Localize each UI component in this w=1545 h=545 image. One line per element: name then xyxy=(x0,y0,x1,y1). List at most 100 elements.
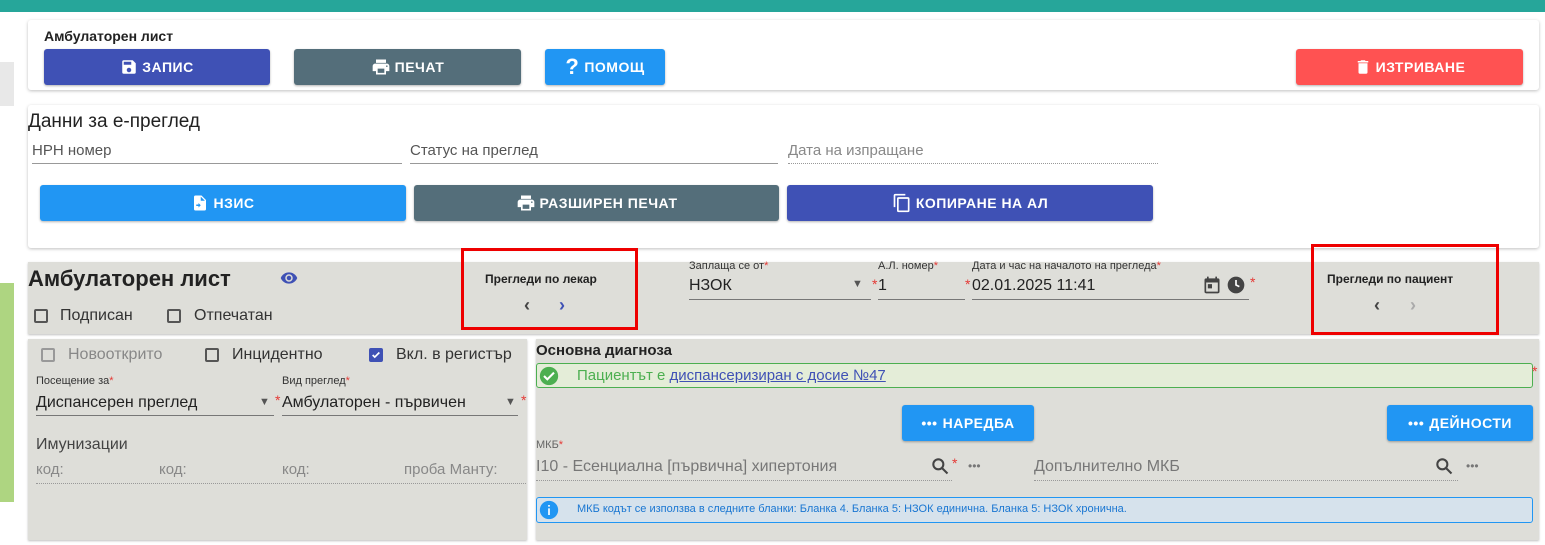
delete-button-label: ИЗТРИВАНЕ xyxy=(1375,59,1466,75)
info-icon xyxy=(539,500,559,520)
visit-for-underline xyxy=(36,415,274,416)
toolbar-card: Амбулаторен лист ЗАПИС ПЕЧАТ ? ПОМОЩ ИЗТ… xyxy=(28,20,1539,90)
visit-panel: Новооткрито Инцидентно Вкл. в регистър П… xyxy=(28,339,527,540)
incidental-checkbox[interactable] xyxy=(205,348,219,362)
mkb-label: МКБ* xyxy=(536,439,564,451)
eexam-card: Данни за е-преглед НРН номер Статус на п… xyxy=(28,105,1539,248)
side-strip-green xyxy=(0,283,14,502)
sheet-no-required: * xyxy=(965,276,971,292)
diagnosis-panel: Основна диагноза Пациентът е диспансериз… xyxy=(536,339,1539,540)
printed-checkbox[interactable] xyxy=(167,309,181,323)
copy-sheet-button-label: КОПИРАНЕ НА АЛ xyxy=(915,195,1049,211)
print-button[interactable]: ПЕЧАТ xyxy=(294,49,521,85)
immunization-underline xyxy=(36,483,526,484)
help-icon: ? xyxy=(565,54,580,79)
sheet-no-value[interactable]: 1 xyxy=(878,277,887,295)
newly-found-label: Новооткрито xyxy=(68,346,163,363)
sent-date-field xyxy=(788,163,1158,164)
start-underline xyxy=(972,299,1249,300)
immunizations-label: Имунизации xyxy=(36,436,128,453)
mkb-underline xyxy=(536,480,952,481)
mkb-required: * xyxy=(952,455,958,471)
help-button[interactable]: ? ПОМОЩ xyxy=(545,49,665,85)
mkb-info-text: МКБ кодът се използва в следните бланки:… xyxy=(577,503,1127,515)
incidental-label: Инцидентно xyxy=(232,346,323,363)
alert-text: Пациентът е диспансеризиран с досие №47 xyxy=(577,367,886,384)
activities-button[interactable]: ••• ДЕЙНОСТИ xyxy=(1387,405,1533,441)
extended-print-button[interactable]: РАЗШИРЕН ПЕЧАТ xyxy=(414,185,779,221)
eexam-heading: Данни за е-преглед xyxy=(28,111,201,132)
activities-button-label: ДЕЙНОСТИ xyxy=(1429,415,1512,431)
paid-by-label: Заплаща се от* xyxy=(689,260,769,272)
exam-type-value[interactable]: Амбулаторен - първичен xyxy=(282,394,466,412)
nzis-button-label: НЗИС xyxy=(213,195,255,211)
mkb-info-alert: МКБ кодът се използва в следните бланки:… xyxy=(536,497,1533,523)
visit-for-dropdown-icon[interactable]: ▼ xyxy=(259,396,270,408)
immunization-code-3[interactable]: код: xyxy=(282,461,310,478)
highlight-patient-nav xyxy=(1311,244,1499,335)
app-top-bar xyxy=(0,0,1545,12)
mkb-value[interactable]: I10 - Есенциална [първична] хипертония xyxy=(536,458,837,476)
search-icon[interactable] xyxy=(930,456,950,476)
alert-required: * xyxy=(1532,363,1538,379)
start-label: Дата и час на началото на прегледа* xyxy=(972,260,1161,272)
paid-by-value[interactable]: НЗОК xyxy=(689,277,732,295)
extra-mkb-label[interactable]: Допълнително МКБ xyxy=(1034,458,1180,476)
diagnosis-heading: Основна диагноза xyxy=(536,342,672,359)
highlight-doctor-nav xyxy=(461,248,638,330)
save-button[interactable]: ЗАПИС xyxy=(44,49,270,85)
printer-icon xyxy=(517,195,534,211)
immunization-code-1[interactable]: код: xyxy=(36,461,64,478)
nrn-field[interactable] xyxy=(32,163,402,164)
search-icon[interactable] xyxy=(1434,456,1454,476)
newly-found-checkbox xyxy=(41,348,55,362)
extra-mkb-more-icon[interactable]: ••• xyxy=(1466,459,1479,473)
copy-sheet-button[interactable]: КОПИРАНЕ НА АЛ xyxy=(787,185,1153,221)
side-strip xyxy=(0,62,14,106)
dossier-link[interactable]: диспансеризиран с досие №47 xyxy=(670,367,886,384)
signed-label: Подписан xyxy=(60,307,133,324)
printer-icon xyxy=(372,59,389,75)
extra-mkb-underline xyxy=(1034,480,1458,481)
extended-print-button-label: РАЗШИРЕН ПЕЧАТ xyxy=(539,195,678,211)
dispensary-alert: Пациентът е диспансеризиран с досие №47 xyxy=(536,363,1533,388)
paid-by-dropdown-icon[interactable]: ▼ xyxy=(852,278,863,290)
nzis-button[interactable]: НЗИС xyxy=(40,185,406,221)
registry-checkbox[interactable] xyxy=(369,348,383,362)
exam-type-underline xyxy=(282,415,518,416)
exam-type-label: Вид преглед* xyxy=(282,375,350,387)
ordinance-button[interactable]: ••• НАРЕДБА xyxy=(902,405,1034,441)
paid-by-required: * xyxy=(872,276,878,292)
clock-icon[interactable] xyxy=(1226,275,1246,295)
status-field[interactable] xyxy=(410,163,778,164)
sheet-no-underline xyxy=(878,299,965,300)
sheet-title: Амбулаторен лист xyxy=(28,266,231,291)
immunization-code-2[interactable]: код: xyxy=(159,461,187,478)
checkmark-icon xyxy=(372,351,380,359)
sent-date-label: Дата на изпращане xyxy=(788,142,924,159)
signed-checkbox[interactable] xyxy=(34,309,48,323)
mantoux-test[interactable]: проба Манту: xyxy=(404,461,498,478)
copy-icon xyxy=(893,193,910,213)
visit-for-label: Посещение за* xyxy=(36,375,114,387)
more-dots-icon: ••• xyxy=(921,415,938,431)
toolbar-title: Амбулаторен лист xyxy=(44,28,174,44)
mkb-more-icon[interactable]: ••• xyxy=(968,459,981,473)
eye-icon[interactable] xyxy=(278,269,300,287)
start-value[interactable]: 02.01.2025 11:41 xyxy=(972,277,1095,295)
visit-for-required: * xyxy=(275,392,281,408)
help-button-label: ПОМОЩ xyxy=(584,59,645,75)
save-icon xyxy=(122,60,137,74)
exam-type-dropdown-icon[interactable]: ▼ xyxy=(505,396,516,408)
start-required: * xyxy=(1250,274,1256,290)
calendar-icon[interactable] xyxy=(1202,275,1222,295)
visit-for-value[interactable]: Диспансерен преглед xyxy=(36,394,197,412)
exam-type-required: * xyxy=(521,392,527,408)
delete-button[interactable]: ИЗТРИВАНЕ xyxy=(1296,49,1523,85)
trash-icon xyxy=(1357,60,1368,74)
printed-label: Отпечатан xyxy=(194,307,273,324)
save-button-label: ЗАПИС xyxy=(142,59,194,75)
more-dots-icon: ••• xyxy=(1408,415,1425,431)
registry-label: Вкл. в регистър xyxy=(396,346,512,363)
file-send-icon xyxy=(194,195,207,211)
